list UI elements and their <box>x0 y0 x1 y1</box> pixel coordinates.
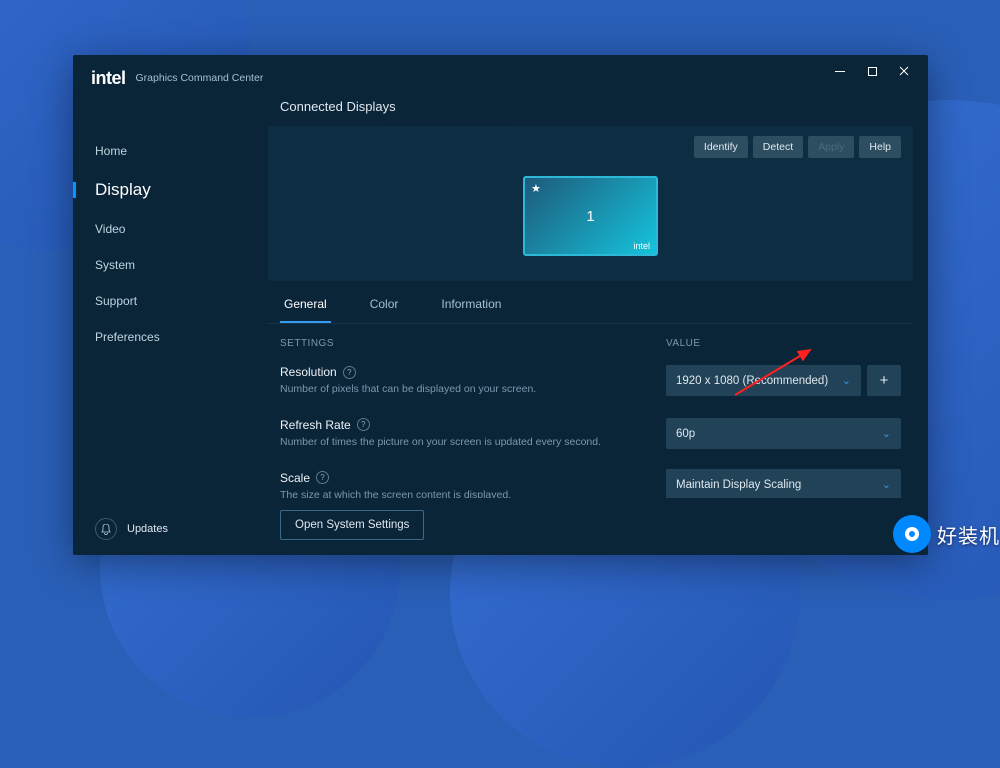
tabs: General Color Information <box>268 281 913 324</box>
close-button[interactable] <box>888 61 920 81</box>
sidebar-item-video[interactable]: Video <box>73 211 253 247</box>
value-scale-row: Maintain Display Scaling ⌄ <box>666 469 901 498</box>
sidebar-item-label: Home <box>95 144 127 158</box>
main-panel: Connected Displays Identify Detect Apply… <box>253 83 928 555</box>
tab-label: Information <box>441 297 501 311</box>
help-button[interactable]: Help <box>859 136 901 158</box>
minimize-button[interactable] <box>824 61 856 81</box>
sidebar-item-label: Preferences <box>95 330 160 344</box>
monitor-tile[interactable]: ★ 1 intel <box>523 176 658 256</box>
close-icon <box>899 66 909 76</box>
tab-general[interactable]: General <box>280 297 331 323</box>
watermark-text: 好装机 <box>937 520 1000 549</box>
sidebar-item-label: Display <box>95 180 151 199</box>
add-resolution-button[interactable]: + <box>867 365 901 396</box>
tab-information[interactable]: Information <box>437 297 505 323</box>
settings-header: SETTINGS <box>280 338 646 349</box>
value-resolution-row: 1920 x 1080 (Recommended) ⌄ + <box>666 365 901 396</box>
setting-scale: Scale ? The size at which the screen con… <box>280 471 646 499</box>
detect-button[interactable]: Detect <box>753 136 803 158</box>
titlebar: intel Graphics Command Center <box>73 55 928 83</box>
sidebar-footer[interactable]: Updates <box>73 503 253 555</box>
help-icon[interactable]: ? <box>316 471 329 484</box>
page-title: Connected Displays <box>268 91 913 126</box>
setting-desc: Number of times the picture on your scre… <box>280 435 646 451</box>
sidebar-item-label: Support <box>95 294 137 308</box>
identify-button[interactable]: Identify <box>694 136 748 158</box>
chevron-down-icon: ⌄ <box>842 374 851 387</box>
sidebar-item-support[interactable]: Support <box>73 283 253 319</box>
setting-refresh: Refresh Rate ? Number of times the pictu… <box>280 418 646 451</box>
tab-color[interactable]: Color <box>366 297 403 323</box>
sidebar-item-display[interactable]: Display <box>73 169 253 211</box>
setting-label-text: Refresh Rate <box>280 418 351 432</box>
sidebar-item-system[interactable]: System <box>73 247 253 283</box>
resolution-select[interactable]: 1920 x 1080 (Recommended) ⌄ <box>666 365 861 396</box>
star-icon: ★ <box>531 182 541 195</box>
value-column: VALUE 1920 x 1080 (Recommended) ⌄ + 60p <box>666 338 901 498</box>
setting-resolution: Resolution ? Number of pixels that can b… <box>280 365 646 398</box>
select-value: 60p <box>676 428 695 440</box>
setting-label-text: Resolution <box>280 365 337 379</box>
maximize-button[interactable] <box>856 61 888 81</box>
chevron-down-icon: ⌄ <box>882 478 891 491</box>
open-system-settings-button[interactable]: Open System Settings <box>280 510 424 540</box>
refresh-select[interactable]: 60p ⌄ <box>666 418 901 449</box>
help-icon[interactable]: ? <box>343 366 356 379</box>
minimize-icon <box>835 71 845 72</box>
settings-column: SETTINGS Resolution ? Number of pixels t… <box>280 338 646 498</box>
chevron-down-icon: ⌄ <box>882 427 891 440</box>
monitor-number: 1 <box>586 208 594 225</box>
display-card: Identify Detect Apply Help ★ 1 intel <box>268 126 913 281</box>
window-body: Home Display Video System Support Prefer… <box>73 83 928 555</box>
sidebar: Home Display Video System Support Prefer… <box>73 83 253 555</box>
scale-select[interactable]: Maintain Display Scaling ⌄ <box>666 469 901 498</box>
action-row: Identify Detect Apply Help <box>280 136 901 158</box>
bell-icon <box>95 518 117 540</box>
tab-label: General <box>284 297 327 311</box>
sidebar-item-preferences[interactable]: Preferences <box>73 319 253 355</box>
value-refresh-row: 60p ⌄ <box>666 418 901 449</box>
sidebar-items: Home Display Video System Support Prefer… <box>73 133 253 503</box>
sidebar-item-label: System <box>95 258 135 272</box>
setting-desc: The size at which the screen content is … <box>280 488 646 499</box>
apply-button: Apply <box>808 136 854 158</box>
settings-body: SETTINGS Resolution ? Number of pixels t… <box>268 324 913 498</box>
sidebar-item-home[interactable]: Home <box>73 133 253 169</box>
monitor-brand: intel <box>633 241 650 251</box>
select-value: 1920 x 1080 (Recommended) <box>676 375 828 387</box>
select-value: Maintain Display Scaling <box>676 479 801 491</box>
plus-icon: + <box>880 372 889 389</box>
help-icon[interactable]: ? <box>357 418 370 431</box>
setting-desc: Number of pixels that can be displayed o… <box>280 382 646 398</box>
updates-label: Updates <box>127 523 168 535</box>
window-controls <box>824 57 928 81</box>
app-window: intel Graphics Command Center Home Displ… <box>73 55 928 555</box>
tab-label: Color <box>370 297 399 311</box>
maximize-icon <box>868 67 877 76</box>
value-header: VALUE <box>666 338 901 349</box>
sidebar-item-label: Video <box>95 222 125 236</box>
watermark: 好装机 <box>893 515 1000 553</box>
watermark-icon <box>893 515 931 553</box>
setting-label-text: Scale <box>280 471 310 485</box>
monitor-area: ★ 1 intel <box>280 158 901 261</box>
